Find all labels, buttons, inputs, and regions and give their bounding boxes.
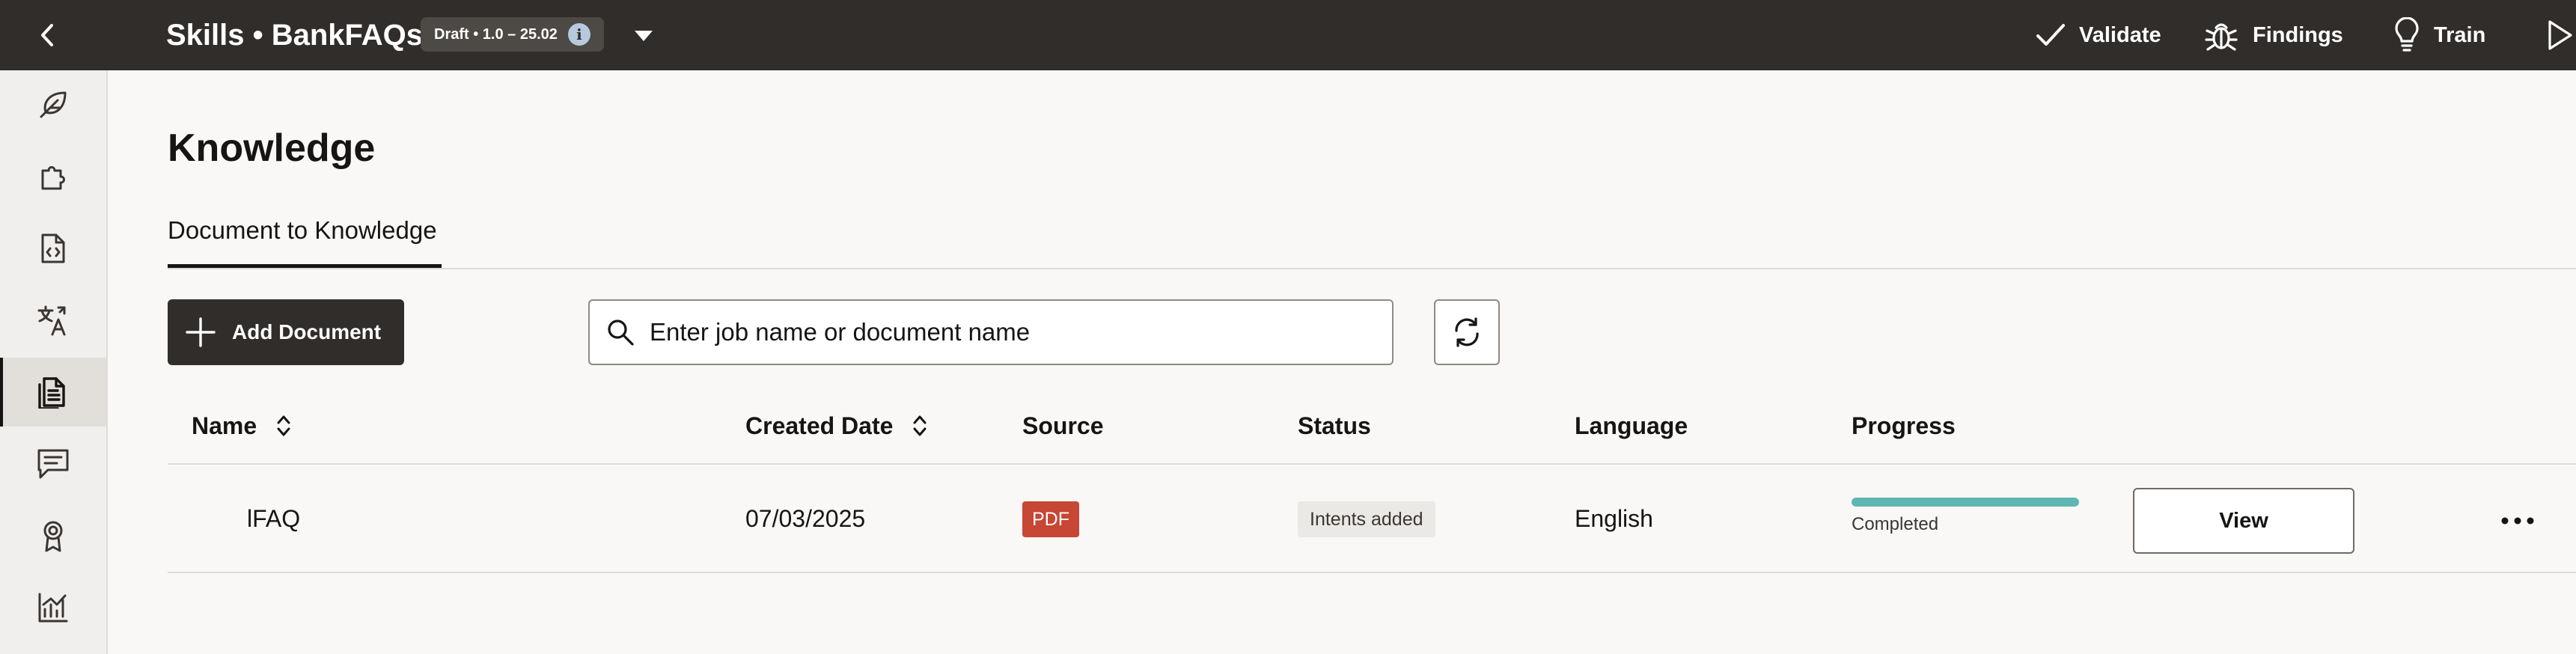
code-document-icon xyxy=(41,233,65,263)
column-header-status: Status xyxy=(1298,410,1371,441)
status-badge: Intents added xyxy=(1298,501,1435,537)
column-header-label: Created Date xyxy=(745,412,894,439)
progress-fill xyxy=(1852,498,2079,507)
train-label: Train xyxy=(2434,22,2486,47)
progress-bar xyxy=(1852,498,2079,507)
column-header-label: Status xyxy=(1298,412,1371,439)
nav-item-7[interactable] xyxy=(0,573,106,642)
back-button[interactable] xyxy=(30,18,64,52)
analytics-icon xyxy=(38,593,68,623)
bug-icon xyxy=(2205,23,2238,51)
progress-status-label: Completed xyxy=(1852,514,1939,534)
play-icon xyxy=(2548,20,2572,50)
findings-label: Findings xyxy=(2253,22,2343,47)
conversation-icon xyxy=(37,449,69,479)
nav-item-5[interactable] xyxy=(0,430,106,498)
header-divider xyxy=(168,463,2576,465)
nav-item-1[interactable] xyxy=(0,142,106,211)
column-header-created-date[interactable]: Created Date xyxy=(745,410,927,441)
check-icon xyxy=(2036,24,2065,46)
left-navigation xyxy=(0,70,108,654)
puzzle-icon xyxy=(41,166,65,190)
tab-document-to-knowledge[interactable]: Document to Knowledge xyxy=(168,214,437,247)
nav-item-knowledge[interactable] xyxy=(0,358,106,427)
column-header-language: Language xyxy=(1575,410,1688,441)
translate-icon xyxy=(37,305,66,336)
plus-icon xyxy=(186,317,216,347)
run-button[interactable] xyxy=(2548,16,2573,54)
sort-icon[interactable] xyxy=(912,414,927,438)
view-button[interactable]: View xyxy=(2133,488,2354,554)
source-badge: PDF xyxy=(1022,501,1079,537)
validate-button[interactable]: Validate xyxy=(2036,16,2161,54)
nav-item-3[interactable] xyxy=(0,286,106,355)
knowledge-document-icon xyxy=(38,377,65,409)
feather-icon xyxy=(40,91,67,118)
info-icon[interactable]: i xyxy=(567,23,590,46)
search-field[interactable] xyxy=(588,299,1394,365)
nav-item-0[interactable] xyxy=(0,70,106,139)
column-header-label: Progress xyxy=(1852,412,1956,439)
refresh-icon xyxy=(1455,317,1479,347)
nav-item-6[interactable] xyxy=(0,501,106,570)
column-header-label: Source xyxy=(1022,412,1104,439)
train-button[interactable]: Train xyxy=(2393,16,2485,54)
sort-icon[interactable] xyxy=(276,414,291,438)
search-input[interactable] xyxy=(650,318,1368,346)
version-label: Draft • 1.0 – 25.02 xyxy=(434,25,558,43)
row-language: English xyxy=(1575,505,1653,532)
add-document-button[interactable]: Add Document xyxy=(168,299,404,365)
top-bar: Skills • BankFAQs Draft • 1.0 – 25.02 i … xyxy=(0,0,2576,70)
page-title: Knowledge xyxy=(168,126,376,170)
add-document-label: Add Document xyxy=(232,320,382,343)
column-header-label: Language xyxy=(1575,412,1688,439)
nav-item-2[interactable] xyxy=(0,214,106,283)
lightbulb-icon xyxy=(2395,17,2419,52)
column-header-progress: Progress xyxy=(1852,410,1956,441)
refresh-button[interactable] xyxy=(1434,299,1500,365)
version-dropdown-button[interactable] xyxy=(629,21,659,51)
more-actions-button[interactable] xyxy=(2497,503,2539,539)
findings-button[interactable]: Findings xyxy=(2203,16,2343,54)
column-header-source: Source xyxy=(1022,410,1103,441)
column-header-name[interactable]: Name xyxy=(192,410,291,441)
caret-down-icon xyxy=(635,31,653,41)
version-badge[interactable]: Draft • 1.0 – 25.02 i xyxy=(421,17,604,52)
column-header-label: Name xyxy=(192,412,257,439)
chevron-left-icon xyxy=(41,24,53,46)
validate-label: Validate xyxy=(2079,22,2161,47)
row-divider xyxy=(168,572,2576,573)
tab-divider xyxy=(168,268,2576,269)
row-created-date: 07/03/2025 xyxy=(745,505,866,532)
search-icon xyxy=(608,320,634,346)
badge-icon xyxy=(43,521,63,552)
app-title: Skills • BankFAQs xyxy=(166,19,424,52)
more-horizontal-icon xyxy=(2501,517,2534,525)
row-name[interactable]: lFAQ xyxy=(247,503,300,534)
